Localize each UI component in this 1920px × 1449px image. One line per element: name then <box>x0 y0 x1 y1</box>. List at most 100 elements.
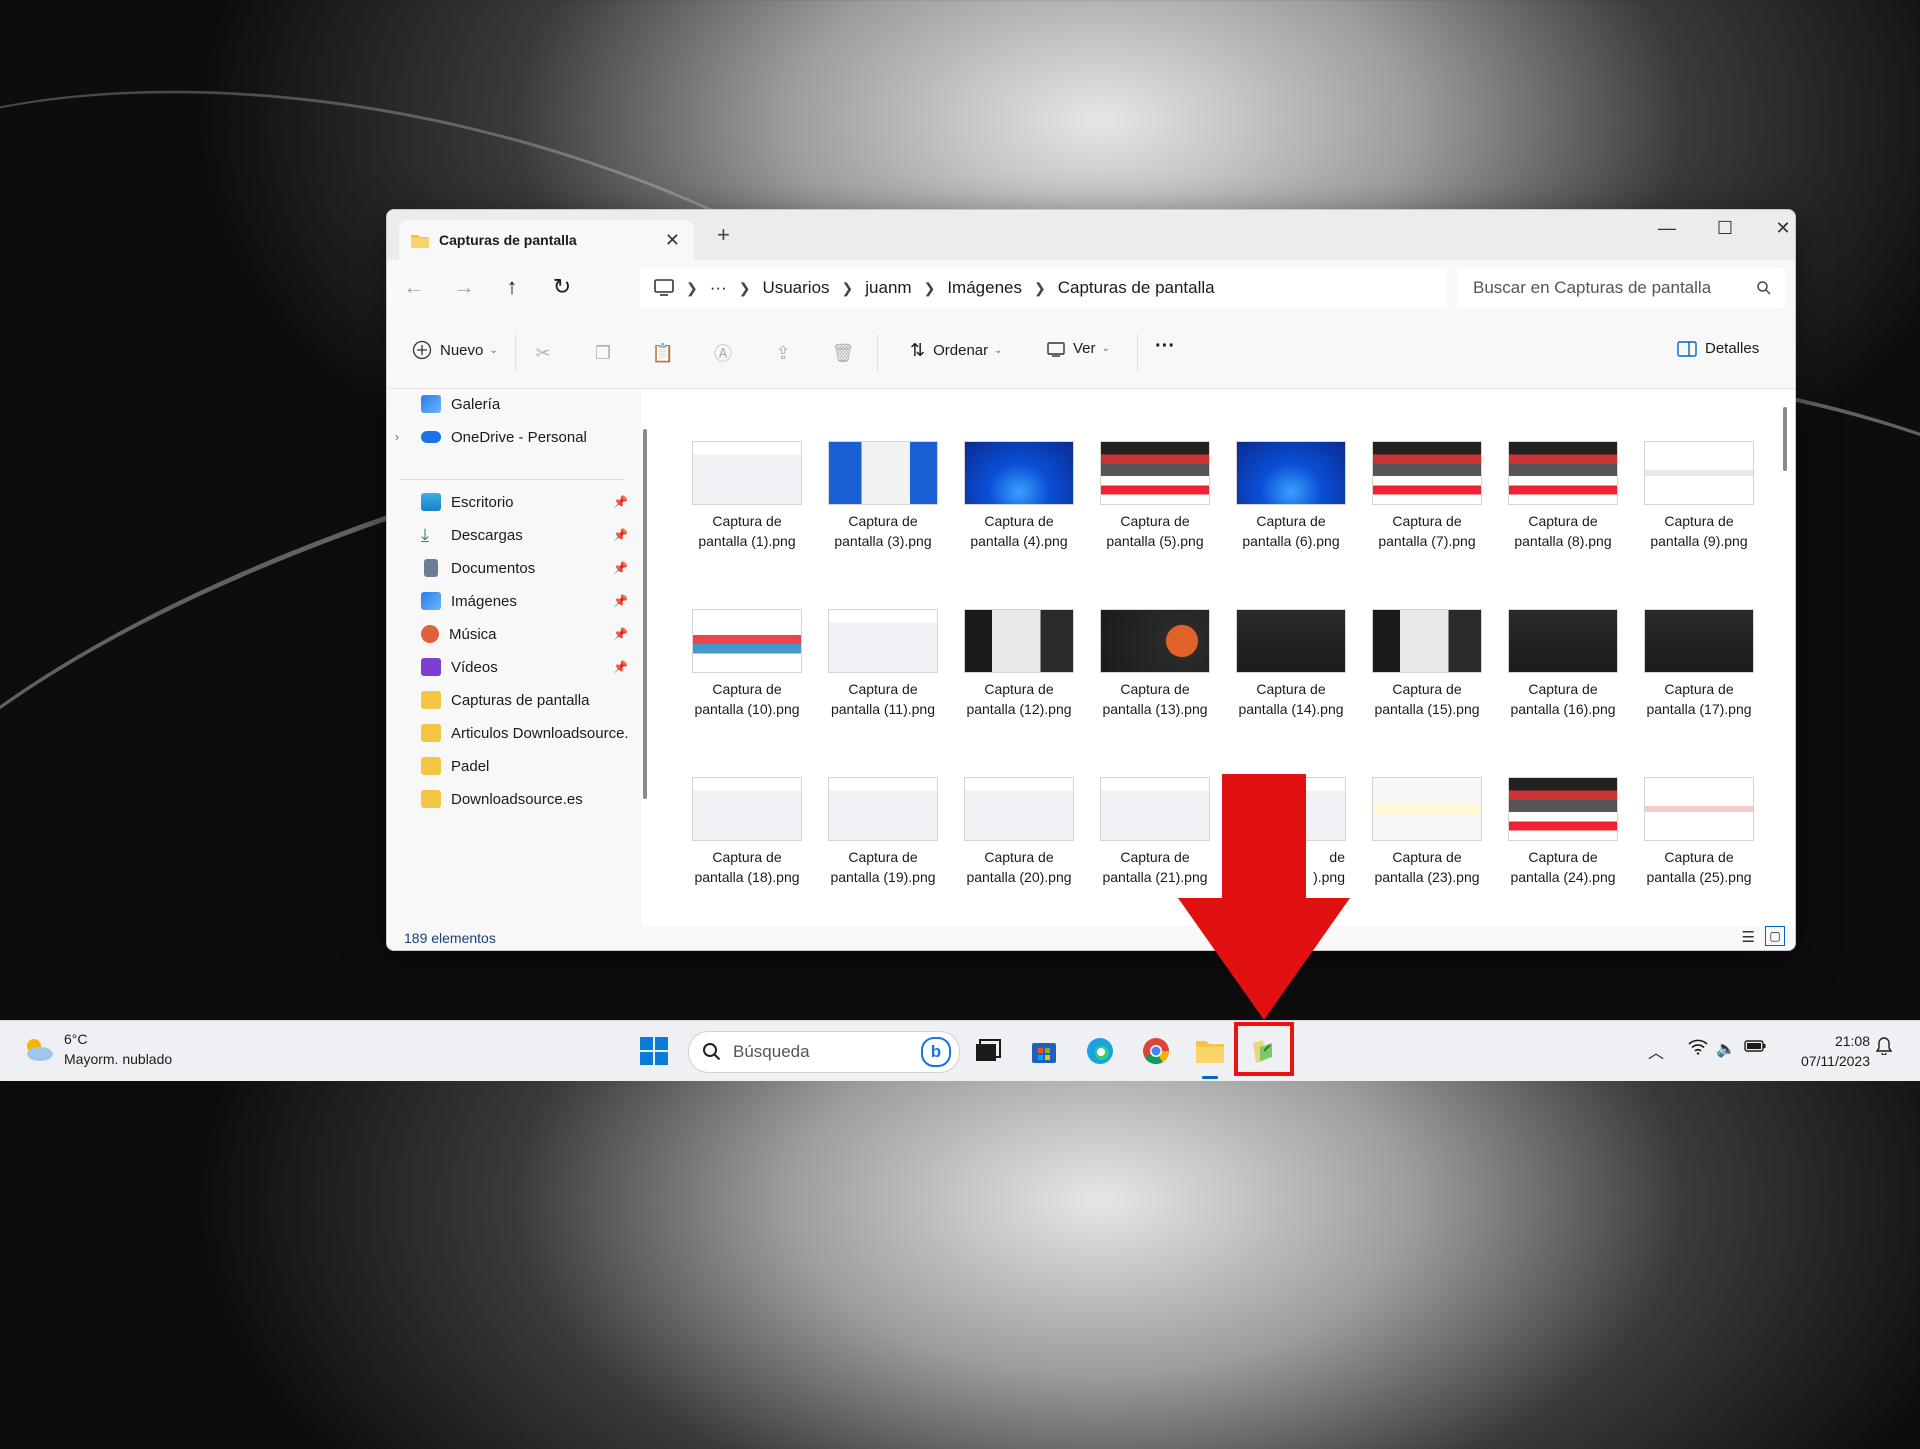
view-button[interactable]: Ver ⌄ <box>1047 340 1110 357</box>
sidebar-item-onedrive[interactable]: › OneDrive - Personal <box>395 422 636 452</box>
file-item[interactable]: Captura de pantalla (18).png <box>687 777 807 897</box>
new-button[interactable]: Nuevo ⌄ <box>412 340 498 360</box>
file-item[interactable]: Captura de pantalla (10).png <box>687 609 807 729</box>
chevron-right-icon[interactable]: ❯ <box>686 280 698 297</box>
delete-icon[interactable]: 🗑 <box>830 340 856 366</box>
sidebar-scrollbar[interactable] <box>643 429 647 799</box>
file-thumbnail <box>828 777 938 841</box>
up-arrow-icon[interactable]: ↑ <box>497 272 527 302</box>
file-item[interactable]: Captura de pantalla (20).png <box>959 777 1079 897</box>
file-item[interactable]: Captura de pantalla (6).png <box>1231 441 1351 561</box>
paste-icon[interactable]: 📋 <box>650 340 676 366</box>
breadcrumb-overflow[interactable]: ··· <box>710 278 727 298</box>
edge-button[interactable] <box>1082 1033 1118 1069</box>
sidebar-item-pictures[interactable]: Imágenes 📌 <box>421 586 636 616</box>
file-item[interactable]: Captura de pantalla (14).png <box>1231 609 1351 729</box>
pin-icon[interactable]: 📌 <box>613 660 628 674</box>
file-item[interactable]: Captura de pantalla (19).png <box>823 777 943 897</box>
sidebar-item-padel[interactable]: Padel <box>421 751 636 781</box>
file-item[interactable]: Captura de pantalla (8).png <box>1503 441 1623 561</box>
notification-bell-icon[interactable] <box>1875 1037 1893 1060</box>
file-item[interactable]: Captura de pantalla (7).png <box>1367 441 1487 561</box>
sidebar-item-screenshots[interactable]: Capturas de pantalla <box>421 685 636 715</box>
pin-icon[interactable]: 📌 <box>613 495 628 509</box>
file-item[interactable]: Captura de pantalla (17).png <box>1639 609 1759 729</box>
close-tab-icon[interactable]: ✕ <box>665 230 680 251</box>
cut-icon[interactable]: ✂ <box>530 340 556 366</box>
file-item[interactable]: Captura de pantalla (5).png <box>1095 441 1215 561</box>
sidebar-item-downloads[interactable]: ⤓ Descargas 📌 <box>421 520 636 550</box>
file-thumbnail <box>1100 609 1210 673</box>
more-options-button[interactable]: ··· <box>1155 335 1175 358</box>
file-item[interactable]: Captura de pantalla (16).png <box>1503 609 1623 729</box>
chevron-right-icon[interactable]: ❯ <box>842 280 854 297</box>
sidebar-item-label: Documentos <box>451 559 536 577</box>
chevron-right-icon[interactable]: ❯ <box>739 280 751 297</box>
details-button[interactable]: Detalles <box>1677 340 1759 357</box>
refresh-icon[interactable]: ↻ <box>547 272 577 302</box>
chevron-up-icon[interactable]: ︿ <box>1648 1039 1664 1063</box>
search-input[interactable]: Buscar en Capturas de pantalla <box>1457 268 1785 308</box>
breadcrumb-item[interactable]: juanm <box>865 278 911 298</box>
sidebar-item-videos[interactable]: Vídeos 📌 <box>421 652 636 682</box>
breadcrumb-item[interactable]: Imágenes <box>947 278 1022 298</box>
weather-widget[interactable]: 6°C Mayorm. nublado <box>20 1029 172 1069</box>
pin-icon[interactable]: 📌 <box>613 594 628 608</box>
file-explorer-window: Capturas de pantalla ✕ + — ☐ ✕ ← → ↑ ↻ ❯… <box>386 209 1796 951</box>
file-item[interactable]: Captura de pantalla (11).png <box>823 609 943 729</box>
file-item[interactable]: Captura de pantalla (25).png <box>1639 777 1759 897</box>
pin-icon[interactable]: 📌 <box>613 627 628 641</box>
desktop-icon <box>421 493 441 511</box>
chrome-button[interactable] <box>1138 1033 1174 1069</box>
new-tab-button[interactable]: + <box>717 222 730 248</box>
copy-icon[interactable]: ❐ <box>590 340 616 366</box>
chevron-right-icon[interactable]: ❯ <box>1034 280 1046 297</box>
minimize-button[interactable]: — <box>1647 218 1687 239</box>
rename-icon[interactable]: Ⓐ <box>710 340 736 366</box>
start-button[interactable] <box>636 1033 672 1069</box>
tab-capturas[interactable]: Capturas de pantalla ✕ <box>399 220 694 260</box>
share-icon[interactable]: ⇪ <box>770 340 796 366</box>
sort-button[interactable]: ⇅ Ordenar ⌄ <box>910 340 1003 361</box>
thumbnail-view-icon[interactable]: ▢ <box>1765 926 1785 946</box>
task-view-button[interactable] <box>970 1033 1006 1069</box>
clock[interactable]: 21:08 07/11/2023 <box>1790 1031 1870 1071</box>
breadcrumb[interactable]: ❯ ··· ❯ Usuarios ❯ juanm ❯ Imágenes ❯ Ca… <box>640 268 1447 308</box>
sidebar-item-desktop[interactable]: Escritorio 📌 <box>421 487 636 517</box>
back-arrow-icon[interactable]: ← <box>399 272 429 302</box>
file-item[interactable]: Captura de pantalla (24).png <box>1503 777 1623 897</box>
file-item[interactable]: Captura de pantalla (12).png <box>959 609 1079 729</box>
wifi-icon[interactable] <box>1688 1039 1708 1060</box>
file-item[interactable]: Captura de pantalla (23).png <box>1367 777 1487 897</box>
file-item[interactable]: Captura de pantalla (13).png <box>1095 609 1215 729</box>
taskbar-search-input[interactable]: Búsqueda b <box>688 1031 960 1073</box>
file-explorer-button[interactable] <box>1192 1033 1228 1079</box>
battery-icon[interactable] <box>1744 1039 1766 1057</box>
chevron-right-icon[interactable]: ❯ <box>924 280 936 297</box>
file-item[interactable]: Captura de pantalla (9).png <box>1639 441 1759 561</box>
content-scrollbar[interactable] <box>1783 407 1787 471</box>
file-item[interactable]: Captura de pantalla (15).png <box>1367 609 1487 729</box>
sidebar-item-downloadsource[interactable]: Downloadsource.es <box>421 784 636 814</box>
bing-icon[interactable]: b <box>921 1037 951 1067</box>
volume-icon[interactable]: 🔈 <box>1716 1039 1736 1059</box>
pin-icon[interactable]: 📌 <box>613 528 628 542</box>
pin-icon[interactable]: 📌 <box>613 561 628 575</box>
close-window-button[interactable]: ✕ <box>1763 218 1795 239</box>
details-view-icon[interactable]: ☰ <box>1742 928 1755 946</box>
chevron-right-icon[interactable]: › <box>395 430 399 444</box>
file-name-line: Captura de <box>984 849 1054 865</box>
breadcrumb-item[interactable]: Usuarios <box>762 278 829 298</box>
file-item[interactable]: Captura de pantalla (3).png <box>823 441 943 561</box>
sidebar-item-documents[interactable]: Documentos 📌 <box>421 553 636 583</box>
file-item[interactable]: Captura de pantalla (1).png <box>687 441 807 561</box>
forward-arrow-icon[interactable]: → <box>449 272 479 302</box>
store-button[interactable] <box>1026 1033 1062 1069</box>
sidebar-item-music[interactable]: Música 📌 <box>421 619 636 649</box>
sidebar-item-gallery[interactable]: Galería <box>421 389 636 419</box>
maximize-button[interactable]: ☐ <box>1705 218 1745 239</box>
sidebar-item-articulos[interactable]: Articulos Downloadsource. <box>421 718 636 748</box>
computer-icon[interactable] <box>654 279 674 297</box>
file-item[interactable]: Captura de pantalla (4).png <box>959 441 1079 561</box>
breadcrumb-item[interactable]: Capturas de pantalla <box>1058 278 1215 298</box>
